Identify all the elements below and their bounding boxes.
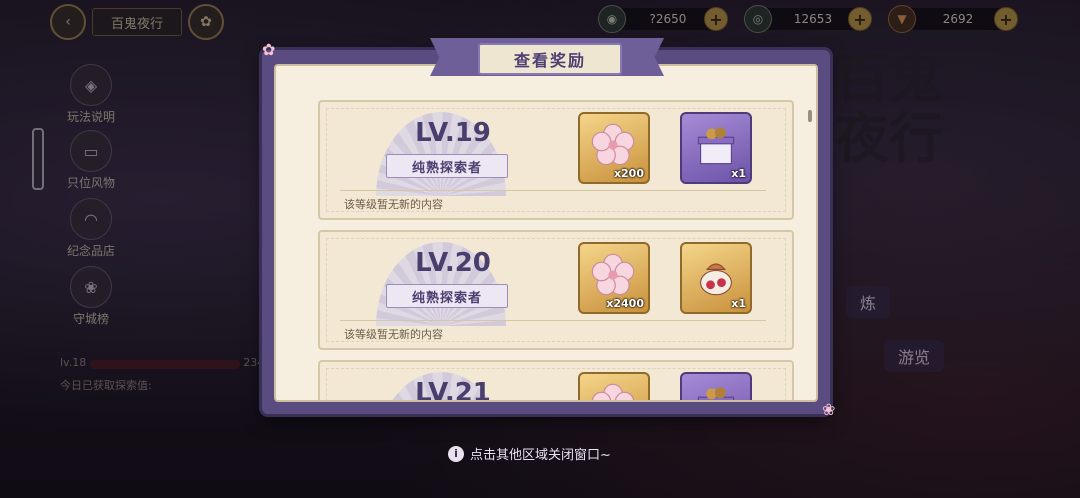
sakura-icon [591,383,635,400]
close-hint-text: 点击其他区域关闭窗口~ [470,448,611,463]
reward-card-lv20: LV.20 纯熟探索者 该等级暂无新的内容 x2400 x1 [318,230,794,350]
close-hint: i 点击其他区域关闭窗口~ [448,444,611,463]
reward-item-blossom[interactable] [578,372,650,400]
level-text: LV.21 [415,378,491,402]
gift-box-icon [697,127,735,165]
reward-modal: LV.19 纯熟探索者 该等级暂无新的内容 x200 x1 LV.20 纯熟探索… [262,50,830,414]
modal-title: 查看奖励 [478,43,622,75]
level-note: 该等级暂无新的内容 [344,198,443,211]
gift-box-icon [697,387,735,400]
sakura-icon [591,123,635,166]
sakura-petal-icon: ❀ [822,400,836,419]
reward-item-giftbox[interactable] [680,372,752,400]
level-note: 该等级暂无新的内容 [344,328,443,341]
reward-qty: x200 [613,167,644,180]
reward-qty: x2400 [606,297,644,310]
level-text: LV.19 [415,118,491,148]
reward-card-lv21: LV.21 [318,360,794,402]
rank-title: 纯熟探索者 [386,154,508,178]
reward-item-blossom[interactable]: x200 [578,112,650,184]
reward-item-blossom[interactable]: x2400 [578,242,650,314]
sakura-icon [591,253,635,296]
reward-list[interactable]: LV.19 纯熟探索者 该等级暂无新的内容 x200 x1 LV.20 纯熟探索… [274,64,818,402]
reward-item-bag[interactable]: x1 [680,242,752,314]
treasure-bag-icon [700,263,732,296]
sakura-petal-icon: ✿ [262,40,276,59]
rank-title: 纯熟探索者 [386,284,508,308]
reward-qty: x1 [731,297,746,310]
info-icon: i [448,445,464,462]
reward-qty: x1 [731,167,746,180]
reward-item-giftbox[interactable]: x1 [680,112,752,184]
reward-list-scrollbar[interactable] [808,110,812,400]
reward-card-lv19: LV.19 纯熟探索者 该等级暂无新的内容 x200 x1 [318,100,794,220]
level-text: LV.20 [415,248,491,278]
